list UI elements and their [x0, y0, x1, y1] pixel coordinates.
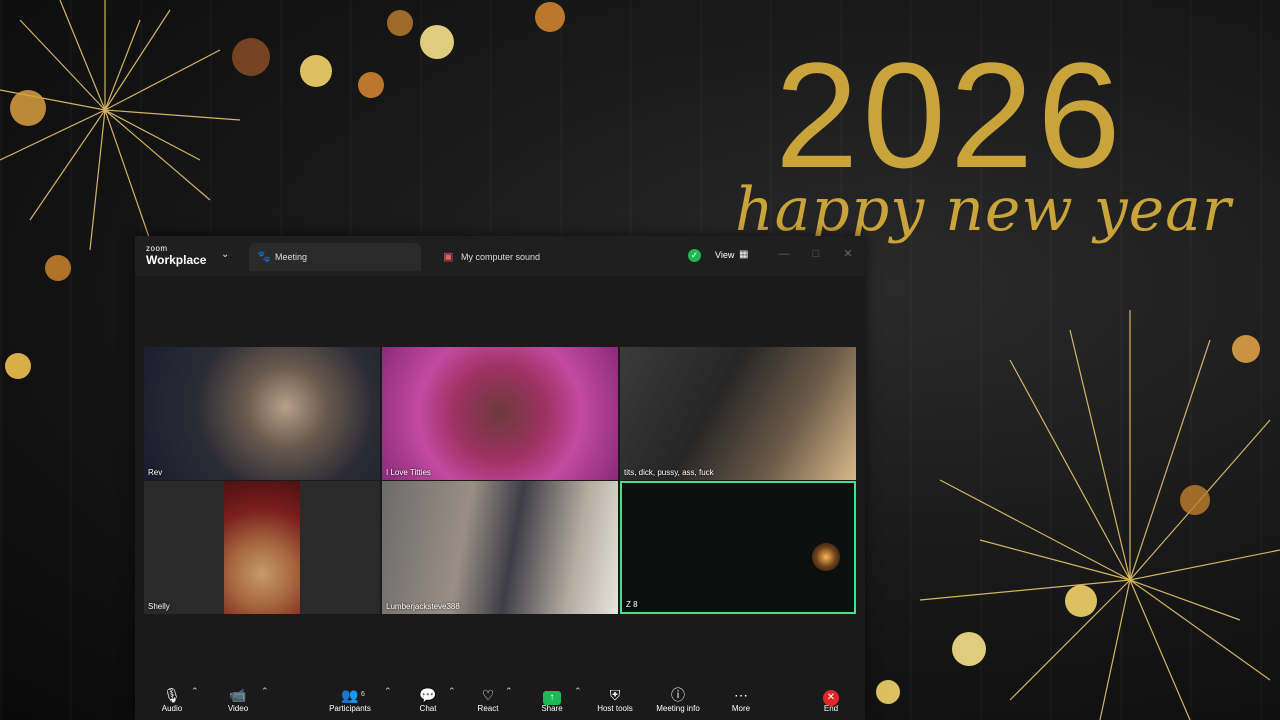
title-bar: zoom Workplace ⌄ 🐾 Meeting ▣ My computer…: [135, 236, 865, 276]
tab-label: Meeting: [275, 252, 308, 262]
close-button[interactable]: ✕: [840, 246, 856, 262]
minimize-button[interactable]: —: [776, 246, 792, 262]
camera-icon: 📹: [229, 687, 247, 703]
chevron-up-icon[interactable]: ⌃: [261, 686, 269, 697]
bokeh-light: [387, 10, 413, 36]
bokeh-light: [358, 72, 384, 98]
tab-label: My computer sound: [461, 252, 541, 262]
participant-name: Rev: [148, 468, 163, 477]
microphone-icon: 🎙: [163, 687, 181, 703]
speaker-icon: ▣: [443, 251, 454, 263]
chevron-up-icon[interactable]: ⌃: [448, 686, 456, 697]
video-tile[interactable]: Rev: [144, 347, 380, 480]
bokeh-light: [420, 25, 454, 59]
lamp-glow: [812, 543, 840, 571]
chat-button[interactable]: 💬 Chat: [413, 686, 443, 720]
tab-meeting[interactable]: 🐾 Meeting: [249, 243, 421, 271]
video-tile[interactable]: Shelly: [144, 481, 380, 614]
app-product: Workplace: [146, 253, 207, 267]
chat-label: Chat: [419, 704, 437, 713]
chevron-up-icon[interactable]: ⌃: [191, 686, 199, 697]
share-label: Share: [541, 704, 563, 713]
firework-decoration: [919, 310, 1280, 720]
meeting-toolbar: 🎙 Audio ⌃ 📹 Video ⌃ 👥 6 Participants ⌃ 💬 …: [135, 676, 865, 720]
meeting-info-label: Meeting info: [656, 704, 700, 713]
host-tools-button[interactable]: ⛨ Host tools: [593, 686, 637, 720]
video-tile[interactable]: I Love Titties: [382, 347, 618, 480]
greeting-banner: happy new year: [735, 175, 1232, 245]
video-label: Video: [227, 704, 249, 713]
end-label: End: [823, 704, 839, 713]
audio-button[interactable]: 🎙 Audio: [155, 686, 189, 720]
bokeh-light: [1232, 335, 1260, 363]
share-button[interactable]: ↑ Share: [535, 686, 569, 720]
bokeh-light: [535, 2, 565, 32]
bokeh-light: [952, 632, 986, 666]
host-tools-label: Host tools: [597, 704, 633, 713]
meeting-info-button[interactable]: ⓘ Meeting info: [651, 686, 705, 720]
chevron-down-icon[interactable]: ⌄: [221, 249, 229, 260]
participants-label: Participants: [329, 704, 371, 713]
more-label: More: [731, 704, 751, 713]
bokeh-light: [300, 55, 332, 87]
participant-count: 6: [361, 691, 365, 698]
people-icon: 👥 6: [341, 687, 365, 703]
year-banner: 2026: [775, 31, 1125, 199]
participants-button[interactable]: 👥 6 Participants: [325, 686, 375, 720]
participant-name: tits, dick, pussy, ass, fuck: [624, 468, 714, 477]
react-button[interactable]: ♡ React: [473, 686, 503, 720]
participant-name: Z 8: [626, 600, 638, 609]
bokeh-light: [10, 90, 46, 126]
app-logo[interactable]: zoom Workplace: [146, 244, 207, 268]
participant-name: Shelly: [148, 602, 170, 611]
tab-computer-sound[interactable]: ▣ My computer sound: [435, 243, 565, 271]
chevron-up-icon[interactable]: ⌃: [505, 686, 513, 697]
shield-check-icon[interactable]: ✓: [688, 249, 701, 262]
bokeh-light: [1065, 585, 1097, 617]
shield-icon: ⛨: [609, 687, 621, 703]
chevron-up-icon[interactable]: ⌃: [384, 686, 392, 697]
view-label: View: [715, 250, 735, 260]
more-button[interactable]: ⋯ More: [725, 686, 757, 720]
participant-name: I Love Titties: [386, 468, 431, 477]
view-button[interactable]: View ▦: [709, 243, 759, 267]
maximize-button[interactable]: □: [808, 246, 824, 262]
heart-icon: ♡: [481, 687, 495, 703]
more-dots-icon: ⋯: [734, 687, 748, 703]
react-label: React: [477, 704, 499, 713]
video-tile[interactable]: tits, dick, pussy, ass, fuck: [620, 347, 856, 480]
paw-icon: 🐾: [257, 251, 271, 263]
end-meeting-button[interactable]: ✕ End: [815, 686, 847, 720]
video-feed: [224, 481, 300, 614]
bokeh-light: [876, 680, 900, 704]
share-screen-icon: ↑: [543, 691, 561, 705]
info-icon: ⓘ: [671, 687, 685, 703]
video-tile-active-speaker[interactable]: Z 8: [620, 481, 856, 614]
bokeh-light: [45, 255, 71, 281]
video-button[interactable]: 📹 Video: [221, 686, 255, 720]
bokeh-light: [5, 353, 31, 379]
bokeh-light: [232, 38, 270, 76]
participant-name: Lumberjacksteve388: [386, 602, 460, 611]
video-tile[interactable]: Lumberjacksteve388: [382, 481, 618, 614]
chevron-up-icon[interactable]: ⌃: [574, 686, 582, 697]
chat-icon: 💬: [419, 687, 437, 703]
app-brand: zoom: [146, 244, 168, 253]
audio-label: Audio: [161, 704, 183, 713]
bokeh-light: [1180, 485, 1210, 515]
grid-icon: ▦: [739, 249, 749, 260]
meeting-window: zoom Workplace ⌄ 🐾 Meeting ▣ My computer…: [135, 236, 865, 720]
